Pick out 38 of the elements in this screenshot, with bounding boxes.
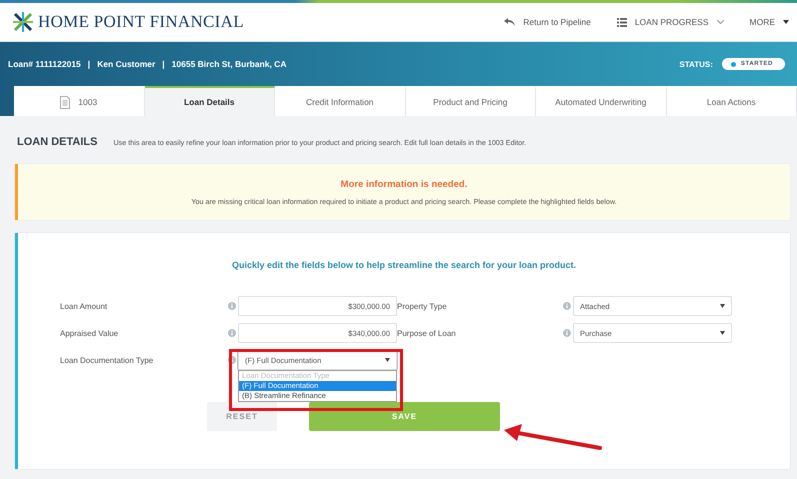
- caret-icon: [385, 358, 390, 362]
- form-intro: Quickly edit the fields below to help streamline the search for your loan product.: [230, 260, 578, 270]
- field-label: Property Type: [397, 302, 448, 310]
- info-icon: [563, 302, 571, 310]
- tab[interactable]: 1003: [14, 86, 144, 116]
- loan-progress-menu[interactable]: LOAN PROGRESS: [616, 17, 724, 27]
- status-label: STATUS:: [679, 60, 713, 68]
- alert-title: More information is needed.: [340, 178, 468, 190]
- field-label: Purpose of Loan: [397, 328, 457, 338]
- chevron-down-icon: [716, 20, 724, 24]
- caret-icon: [783, 20, 789, 24]
- tab[interactable]: Product and Pricing: [406, 86, 536, 116]
- list-icon: [616, 18, 627, 26]
- more-menu[interactable]: MORE: [750, 17, 789, 27]
- logo-icon: [12, 11, 34, 33]
- separator: |: [88, 59, 90, 69]
- info-icon: [228, 302, 236, 310]
- tab[interactable]: Loan Actions: [666, 86, 797, 116]
- document-icon: [60, 96, 70, 108]
- separator: |: [162, 59, 165, 69]
- reply-arrow-icon: [504, 18, 516, 26]
- info-icon: [228, 356, 236, 364]
- caret-icon: [720, 331, 725, 335]
- field-label: Appraised Value: [60, 328, 120, 338]
- field-label: Loan Amount: [60, 302, 108, 310]
- caret-icon: [720, 304, 725, 308]
- tab[interactable]: Credit Information: [275, 86, 406, 116]
- info-icon: [228, 329, 236, 337]
- customer-name: Ken Customer: [97, 59, 156, 69]
- loan-number: Loan# 1111122015: [8, 59, 81, 69]
- property-address: 10655 Birch St, Burbank, CA: [172, 59, 286, 69]
- info-icon: [563, 329, 571, 337]
- page-title: LOAN DETAILS: [17, 136, 98, 148]
- tab[interactable]: Loan Details: [144, 86, 275, 116]
- field-label: Loan Documentation Type: [60, 356, 154, 364]
- logo-text: HOME POINT FINANCIAL: [38, 12, 244, 32]
- tab[interactable]: Automated Underwriting: [536, 86, 666, 116]
- return-link[interactable]: Return to Pipeline: [504, 17, 591, 27]
